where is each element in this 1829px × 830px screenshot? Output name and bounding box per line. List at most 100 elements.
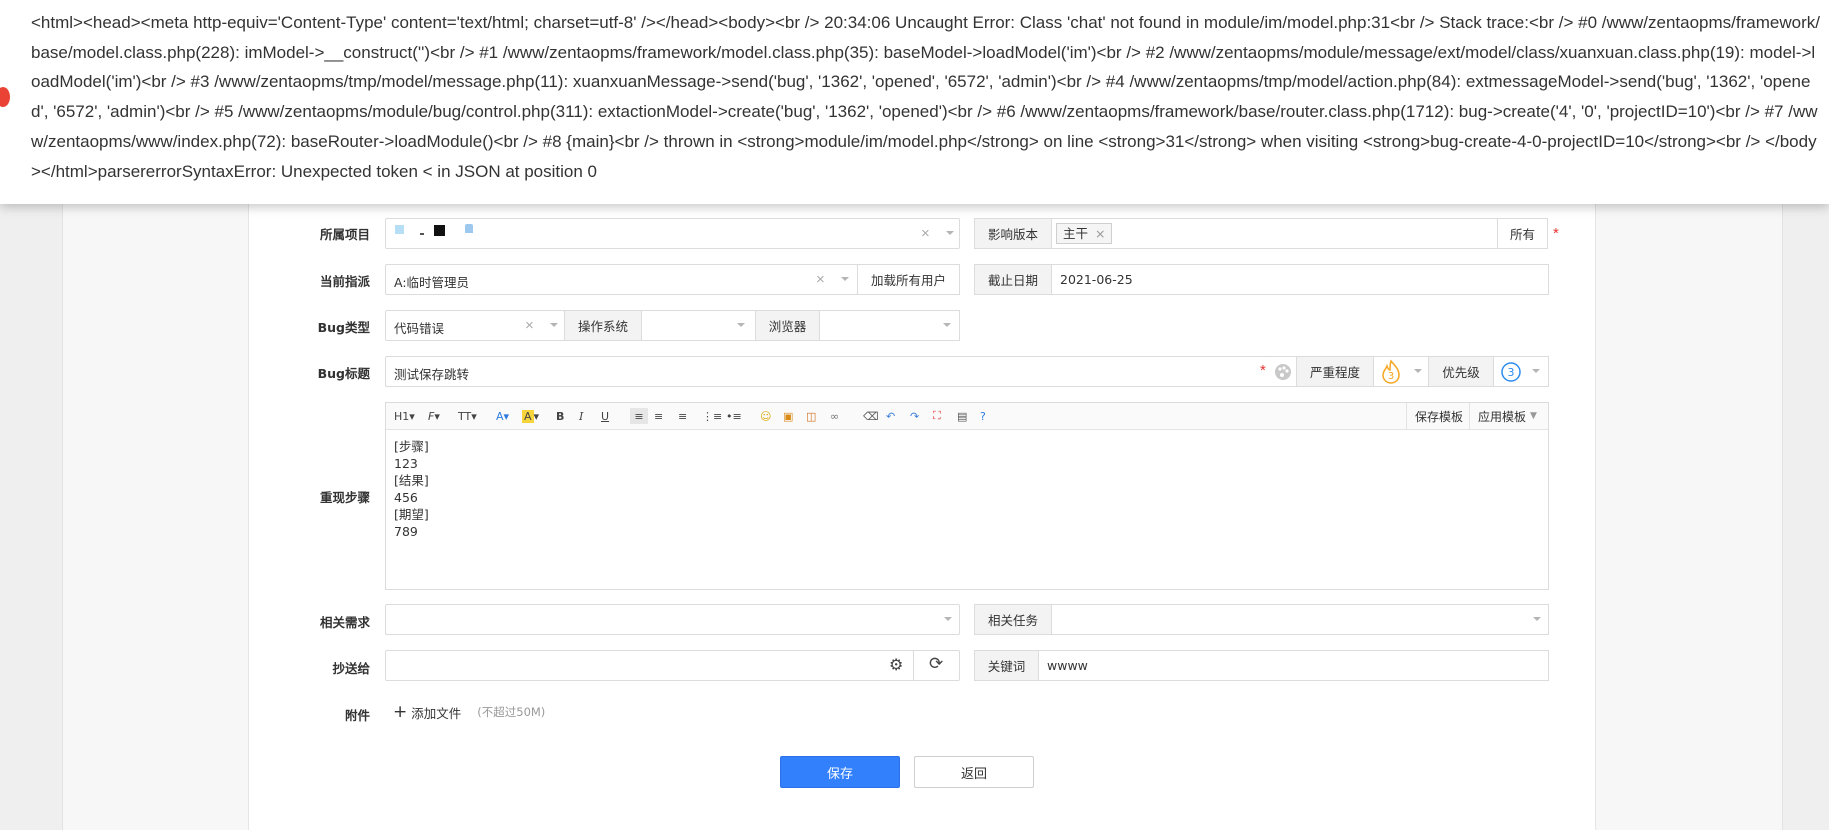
steps-editor[interactable]: H1 ▾ F ▾ TT ▾ A ▾ A ▾ B I U ≡ ≡ ≡ ⋮≡ •≡ ☺ ▣ ◫… — [385, 402, 1549, 590]
assign-value: A:临时管理员 — [394, 275, 470, 290]
gear-icon[interactable]: ⚙ — [889, 655, 903, 675]
clear-icon[interactable]: × — [816, 271, 825, 288]
refresh-icon[interactable]: ⟳ — [929, 654, 943, 674]
font-size-button[interactable]: TT ▾ — [458, 408, 477, 424]
clear-icon[interactable]: × — [921, 225, 930, 242]
bold-button[interactable]: B — [556, 408, 564, 424]
editor-toolbar: H1 ▾ F ▾ TT ▾ A ▾ A ▾ B I U ≡ ≡ ≡ ⋮≡ •≡ ☺ ▣ ◫… — [386, 403, 1548, 430]
link-icon[interactable]: ∞ — [830, 408, 839, 424]
file-limit-note: (不超过50M) — [477, 705, 546, 719]
unordered-list-icon[interactable]: •≡ — [726, 408, 742, 424]
build-all-button[interactable]: 所有 — [1497, 218, 1548, 249]
priority-label: 优先级 — [1428, 356, 1494, 387]
chevron-down-icon: ▼ — [1530, 411, 1537, 421]
ordered-list-icon[interactable]: ⋮≡ — [702, 408, 722, 424]
palette-icon — [1275, 363, 1291, 380]
chevron-down-icon[interactable] — [943, 323, 951, 327]
align-left-icon[interactable]: ≡ — [630, 408, 648, 424]
load-all-users-button[interactable]: 加载所有用户 — [857, 264, 960, 295]
type-value: 代码错误 — [394, 321, 445, 336]
required-mark: * — [1553, 225, 1559, 242]
chevron-down-icon[interactable] — [737, 323, 745, 327]
project-select[interactable]: × — [385, 218, 960, 249]
keywords-value: wwww — [1047, 658, 1088, 673]
chevron-down-icon[interactable] — [944, 617, 952, 621]
cc-select[interactable]: ⚙ ⟳ — [385, 650, 960, 681]
underline-button[interactable]: U — [601, 408, 609, 424]
plus-icon: + — [393, 702, 408, 722]
steps-line: [结果] — [394, 473, 429, 488]
highlight-button[interactable]: A ▾ — [522, 408, 539, 424]
assign-label: 当前指派 — [319, 274, 370, 289]
error-message: <html><head><meta http-equiv='Content-Ty… — [31, 13, 1820, 181]
align-center-icon[interactable]: ≡ — [654, 408, 663, 424]
task-label: 相关任务 — [974, 604, 1052, 635]
help-icon[interactable]: ? — [980, 408, 986, 424]
heading-button[interactable]: H1 ▾ — [394, 408, 415, 424]
divider — [913, 651, 914, 680]
task-select[interactable] — [1051, 604, 1549, 635]
chevron-down-icon[interactable] — [946, 231, 954, 235]
font-family-button[interactable]: F ▾ — [428, 408, 440, 424]
back-button[interactable]: 返回 — [914, 756, 1034, 788]
align-right-icon[interactable]: ≡ — [678, 408, 687, 424]
deadline-value: 2021-06-25 — [1060, 272, 1133, 287]
steps-line: 789 — [394, 524, 418, 539]
chevron-down-icon[interactable] — [1533, 617, 1541, 621]
files-label: 附件 — [344, 708, 370, 723]
steps-line: [步骤] — [394, 439, 429, 454]
title-label: Bug标题 — [317, 366, 370, 381]
paste-icon[interactable]: ▤ — [957, 408, 967, 424]
browser-select[interactable] — [819, 310, 960, 341]
steps-label: 重现步骤 — [319, 490, 370, 505]
eraser-icon[interactable]: ⌫ — [863, 408, 879, 424]
keywords-input[interactable]: wwww — [1038, 650, 1549, 681]
fullscreen-icon[interactable]: ⛶ — [933, 408, 941, 424]
chevron-down-icon[interactable] — [1532, 369, 1540, 373]
color-picker-button[interactable] — [1270, 356, 1297, 387]
italic-button[interactable]: I — [579, 408, 583, 424]
priority-select[interactable]: 3 — [1493, 356, 1549, 387]
project-mark-icon — [434, 225, 445, 236]
steps-line: 456 — [394, 490, 418, 505]
type-select[interactable]: 代码错误 × — [385, 310, 565, 341]
priority-value: 3 — [1508, 366, 1515, 379]
build-tag[interactable]: 主干 × — [1056, 223, 1113, 244]
build-label: 影响版本 — [974, 218, 1052, 249]
steps-line: 123 — [394, 456, 418, 471]
apply-template-button[interactable]: 应用模板 ▼ — [1469, 403, 1545, 429]
chevron-down-icon[interactable] — [550, 323, 558, 327]
save-template-button[interactable]: 保存模板 — [1406, 403, 1471, 429]
emoticon-icon[interactable]: ☺ — [760, 408, 771, 424]
os-select[interactable] — [641, 310, 756, 341]
assign-select[interactable]: A:临时管理员 × — [385, 264, 858, 295]
editor-content[interactable]: [步骤] 123 [结果] 456 [期望] 789 — [386, 430, 1548, 548]
story-select[interactable] — [385, 604, 960, 635]
severity-value: 3 — [1388, 371, 1394, 382]
error-indicator-icon — [0, 87, 10, 107]
severity-select[interactable]: 3 — [1373, 356, 1429, 387]
redo-icon[interactable]: ↷ — [910, 408, 919, 424]
font-color-button[interactable]: A ▾ — [496, 408, 509, 424]
clear-icon[interactable]: × — [525, 317, 534, 334]
project-folder-icon — [465, 224, 473, 233]
code-icon[interactable]: ◫ — [806, 408, 816, 424]
image-icon[interactable]: ▣ — [783, 408, 793, 424]
deadline-input[interactable]: 2021-06-25 — [1051, 264, 1549, 295]
undo-icon[interactable]: ↶ — [886, 408, 895, 424]
project-mark-icon — [420, 233, 424, 235]
remove-tag-icon[interactable]: × — [1095, 226, 1105, 241]
add-file-button[interactable]: + 添加文件 (不超过50M) — [393, 702, 545, 722]
build-select[interactable]: 主干 × — [1051, 218, 1498, 249]
heading-label: H1 — [394, 409, 410, 423]
cc-label: 抄送给 — [332, 661, 370, 676]
keywords-label: 关键词 — [974, 650, 1039, 681]
deadline-label: 截止日期 — [974, 264, 1052, 295]
title-input[interactable]: 测试保存跳转 * — [385, 356, 1271, 387]
font-family-label: F — [428, 409, 435, 423]
highlight-label: A — [522, 409, 534, 423]
error-overlay: <html><head><meta http-equiv='Content-Ty… — [0, 0, 1829, 204]
chevron-down-icon[interactable] — [841, 277, 849, 281]
save-button[interactable]: 保存 — [780, 756, 900, 788]
chevron-down-icon[interactable] — [1414, 369, 1422, 373]
